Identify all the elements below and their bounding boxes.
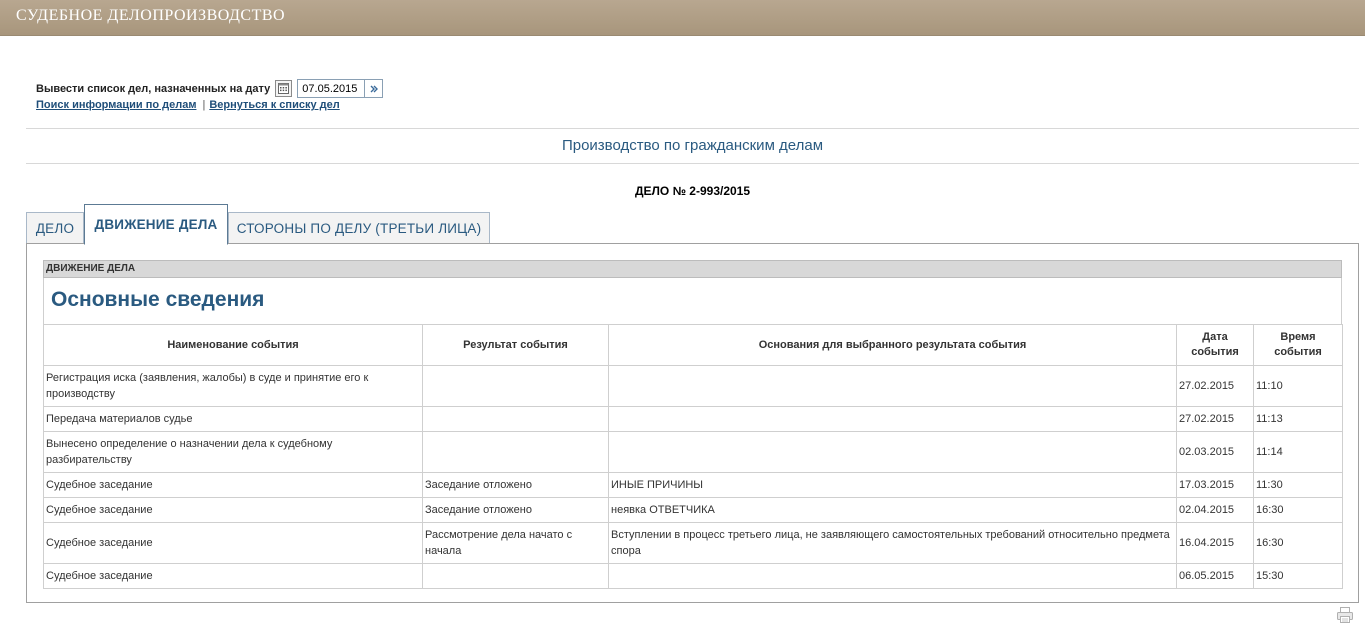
event-name: Судебное заседание [43,563,423,589]
event-basis: неявка ОТВЕТЧИКА [608,497,1177,523]
column-header: Наименование события [43,324,423,366]
section-heading: Основные сведения [43,278,1342,324]
event-date: 27.02.2015 [1176,365,1254,407]
event-basis [608,431,1177,473]
event-result: Заседание отложено [422,472,609,498]
event-date: 17.03.2015 [1176,472,1254,498]
divider-top [26,128,1359,129]
event-time: 11:10 [1253,365,1343,407]
table-header-row: Наименование события Результат события О… [43,324,1343,366]
date-filter-label: Вывести список дел, назначенных на дату [36,82,271,95]
event-time: 16:30 [1253,522,1343,564]
event-time: 15:30 [1253,563,1343,589]
case-number: ДЕЛО № 2-993/2015 [634,184,751,198]
tab-parties[interactable]: СТОРОНЫ ПО ДЕЛУ (ТРЕТЬИ ЛИЦА) [228,212,490,244]
event-date: 16.04.2015 [1176,522,1254,564]
table-row: Судебное заседание Рассмотрение дела нач… [43,522,1343,564]
table-row: Судебное заседание 06.05.2015 15:30 [43,563,1343,589]
event-basis: ИНЫЕ ПРИЧИНЫ [608,472,1177,498]
date-filter: Вывести список дел, назначенных на дату [36,79,384,98]
table-row: Регистрация иска (заявления, жалобы) в с… [43,365,1343,407]
table-row: Передача материалов судье 27.02.2015 11:… [43,406,1343,432]
event-result [422,563,609,589]
event-result: Рассмотрение дела начато с начала [422,522,609,564]
event-time: 11:30 [1253,472,1343,498]
event-name: Судебное заседание [43,497,423,523]
date-input[interactable] [297,79,366,98]
event-result [422,365,609,407]
go-icon[interactable] [365,79,384,98]
event-time: 16:30 [1253,497,1343,523]
event-basis: Вступлении в процесс третьего лица, не з… [608,522,1177,564]
event-name: Судебное заседание [43,522,423,564]
section-title: Производство по гражданским делам [561,137,824,154]
column-header: Результат события [422,324,609,366]
table-row: Судебное заседание Заседание отложено не… [43,497,1343,523]
calendar-icon[interactable] [275,80,293,97]
column-header: Время события [1253,324,1343,366]
event-basis [608,365,1177,407]
app-title: СУДЕБНОЕ ДЕЛОПРОИЗВОДСТВО [16,7,286,24]
event-basis [608,563,1177,589]
event-date: 02.04.2015 [1176,497,1254,523]
app-header: СУДЕБНОЕ ДЕЛОПРОИЗВОДСТВО [0,0,1365,36]
event-result: Заседание отложено [422,497,609,523]
column-header: Дата события [1176,324,1254,366]
printer-icon[interactable] [1336,606,1354,629]
back-to-list-link[interactable]: Вернуться к списку дел [209,99,339,111]
event-name: Регистрация иска (заявления, жалобы) в с… [43,365,423,407]
event-basis [608,406,1177,432]
event-date: 27.02.2015 [1176,406,1254,432]
event-time: 11:13 [1253,406,1343,432]
table-row: Судебное заседание Заседание отложено ИН… [43,472,1343,498]
table-row: Вынесено определение о назначении дела к… [43,431,1343,473]
divider-bottom [26,163,1359,164]
event-date: 02.03.2015 [1176,431,1254,473]
events-table: Наименование события Результат события О… [43,324,1343,589]
link-separator: | [202,99,206,111]
nav-links: Поиск информации по делам | Вернуться к сп… [36,99,340,111]
section-bar: ДВИЖЕНИЕ ДЕЛА [43,260,1342,278]
event-result [422,406,609,432]
event-time: 11:14 [1253,431,1343,473]
event-name: Передача материалов судье [43,406,423,432]
search-cases-link[interactable]: Поиск информации по делам [36,99,196,111]
tab-case-movement[interactable]: ДВИЖЕНИЕ ДЕЛА [84,204,228,245]
event-result [422,431,609,473]
event-name: Судебное заседание [43,472,423,498]
tab-case[interactable]: ДЕЛО [26,212,84,244]
column-header: Основания для выбранного результата собы… [608,324,1177,366]
event-date: 06.05.2015 [1176,563,1254,589]
case-movement-section: ДВИЖЕНИЕ ДЕЛА Основные сведения Наименов… [43,260,1343,589]
tab-panel: ДВИЖЕНИЕ ДЕЛА Основные сведения Наименов… [26,243,1359,603]
event-name: Вынесено определение о назначении дела к… [43,431,423,473]
